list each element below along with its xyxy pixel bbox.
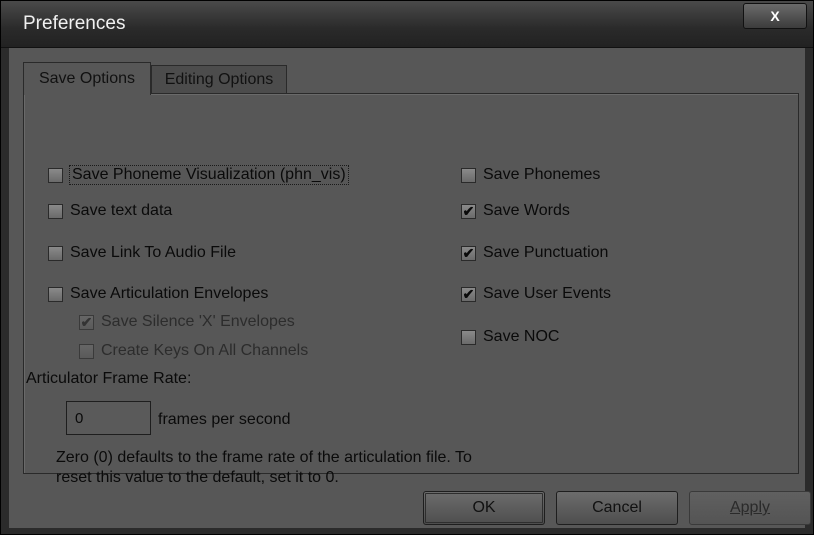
checkbox-box bbox=[79, 343, 94, 359]
checkbox-box: ✔ bbox=[79, 314, 94, 330]
cancel-button[interactable]: Cancel bbox=[556, 491, 678, 525]
dialog-title: Preferences bbox=[23, 13, 126, 34]
checkbox-label: Save Punctuation bbox=[483, 244, 609, 261]
save-options-panel: Save Phoneme Visualization (phn_vis) Sav… bbox=[23, 93, 799, 486]
checkbox-label: Save Words bbox=[483, 202, 570, 219]
save-link-audio-checkbox[interactable]: Save Link To Audio File bbox=[48, 244, 236, 262]
checkbox-label: Create Keys On All Channels bbox=[101, 342, 309, 359]
checkbox-label: Save User Events bbox=[483, 285, 612, 302]
save-silence-envelopes-checkbox[interactable]: ✔ Save Silence 'X' Envelopes bbox=[79, 313, 295, 331]
tab-editing-options[interactable]: Editing Options bbox=[151, 65, 287, 94]
checkbox-label: Save Phonemes bbox=[483, 166, 601, 183]
check-icon: ✔ bbox=[80, 314, 93, 330]
checkbox-box: ✔ bbox=[461, 286, 476, 302]
preferences-dialog: Preferences X Save Options Editing Optio… bbox=[0, 0, 814, 535]
button-label: Cancel bbox=[592, 499, 642, 516]
apply-button[interactable]: Apply bbox=[689, 491, 811, 525]
dialog-body: Save Options Editing Options Save Phonem… bbox=[9, 48, 811, 528]
save-words-checkbox[interactable]: ✔ Save Words bbox=[461, 202, 570, 220]
ok-button[interactable]: OK bbox=[423, 491, 545, 525]
save-punctuation-checkbox[interactable]: ✔ Save Punctuation bbox=[461, 244, 608, 262]
checkbox-box bbox=[48, 245, 63, 261]
checkbox-box bbox=[461, 329, 476, 345]
frame-rate-unit: frames per second bbox=[158, 411, 291, 428]
checkbox-label: Save text data bbox=[70, 202, 173, 219]
frame-rate-note: Zero (0) defaults to the frame rate of t… bbox=[56, 449, 472, 486]
checkbox-label: Save Phoneme Visualization (phn_vis) bbox=[69, 165, 349, 185]
tab-label: Save Options bbox=[38, 70, 136, 87]
frame-rate-label: Articulator Frame Rate: bbox=[26, 370, 192, 387]
checkbox-label: Save Link To Audio File bbox=[70, 244, 237, 261]
save-phoneme-visualization-checkbox[interactable]: Save Phoneme Visualization (phn_vis) bbox=[48, 165, 349, 185]
save-noc-checkbox[interactable]: Save NOC bbox=[461, 328, 559, 346]
save-phonemes-checkbox[interactable]: Save Phonemes bbox=[461, 166, 600, 184]
save-text-data-checkbox[interactable]: Save text data bbox=[48, 202, 172, 220]
checkbox-label: Save Silence 'X' Envelopes bbox=[101, 313, 295, 330]
check-icon: ✔ bbox=[462, 286, 475, 302]
check-icon: ✔ bbox=[462, 245, 475, 261]
check-icon: ✔ bbox=[462, 203, 475, 219]
checkbox-box bbox=[461, 167, 476, 183]
checkbox-label: Save Articulation Envelopes bbox=[70, 285, 269, 302]
checkbox-box bbox=[48, 203, 63, 219]
save-user-events-checkbox[interactable]: ✔ Save User Events bbox=[461, 285, 611, 303]
checkbox-label: Save NOC bbox=[483, 328, 560, 345]
checkbox-box: ✔ bbox=[461, 203, 476, 219]
tab-save-options[interactable]: Save Options bbox=[23, 62, 151, 95]
checkbox-box: ✔ bbox=[461, 245, 476, 261]
checkbox-box bbox=[48, 286, 63, 302]
save-articulation-envelopes-checkbox[interactable]: Save Articulation Envelopes bbox=[48, 285, 268, 303]
create-keys-all-channels-checkbox[interactable]: Create Keys On All Channels bbox=[79, 342, 308, 360]
button-label: OK bbox=[472, 499, 496, 516]
close-button[interactable]: X bbox=[743, 3, 807, 29]
tab-label: Editing Options bbox=[164, 71, 274, 88]
title-bar[interactable]: Preferences X bbox=[1, 1, 813, 48]
checkbox-box bbox=[48, 167, 63, 183]
frame-rate-input[interactable] bbox=[66, 401, 151, 435]
close-icon: X bbox=[770, 8, 780, 24]
button-label: Apply bbox=[729, 499, 771, 516]
